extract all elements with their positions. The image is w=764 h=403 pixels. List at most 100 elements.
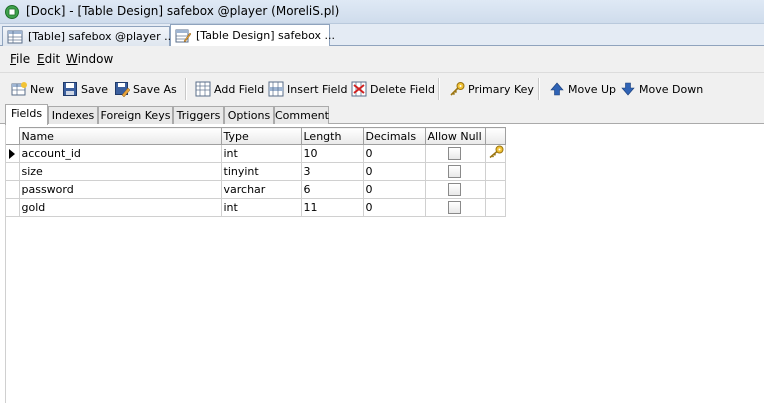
grid-header-row: Name Type Length Decimals Allow Null — [6, 127, 506, 145]
insert-field-button[interactable]: Insert Field — [268, 79, 347, 99]
field-type-cell[interactable]: varchar — [220, 180, 302, 199]
toolbar-separator — [438, 78, 440, 100]
allow-null-checkbox[interactable] — [447, 165, 461, 179]
menu-window-label: indow — [77, 52, 114, 66]
row-pointer-icon — [9, 148, 15, 159]
move-down-button-label: Move Down — [639, 82, 704, 96]
tab-comment[interactable]: Comment — [274, 106, 329, 124]
row-indicator — [6, 180, 20, 199]
menu-edit-label: dit — [44, 52, 61, 66]
table-row[interactable]: account_id int 10 0 — [6, 144, 506, 163]
arrow-up-icon — [550, 82, 564, 96]
insert-field-button-label: Insert Field — [287, 82, 348, 96]
add-field-button[interactable]: Add Field — [195, 79, 264, 99]
toolbar-separator — [185, 78, 187, 100]
save-button-label: Save — [81, 82, 109, 96]
field-type-cell[interactable]: int — [220, 144, 302, 163]
toolbar-separator — [538, 78, 540, 100]
field-decimals-cell[interactable]: 0 — [362, 144, 426, 163]
move-down-button[interactable]: Move Down — [620, 79, 703, 99]
allow-null-checkbox[interactable] — [447, 147, 461, 161]
allow-null-cell — [424, 198, 486, 217]
new-button[interactable]: New — [11, 79, 54, 99]
field-type-cell[interactable]: tinyint — [220, 162, 302, 181]
save-as-button-label: Save As — [133, 82, 177, 96]
field-decimals-cell[interactable]: 0 — [362, 162, 426, 181]
table-design-icon — [175, 29, 191, 42]
document-tab-bar: [Table] safebox @player ... [Table Desig… — [0, 24, 764, 46]
table-row[interactable]: gold int 11 0 — [6, 198, 506, 217]
menu-window[interactable]: Window — [66, 52, 113, 66]
doc-tab-label: [Table] safebox @player ... — [28, 30, 175, 43]
key-icon — [450, 82, 465, 96]
column-header-allow-null[interactable]: Allow Null — [424, 127, 486, 145]
primary-key-cell[interactable] — [484, 144, 506, 163]
field-decimals-cell[interactable]: 0 — [362, 180, 426, 199]
menu-edit-accelerator: E — [37, 52, 45, 66]
field-length-cell[interactable]: 11 — [300, 198, 364, 217]
tab-fields[interactable]: Fields — [5, 104, 48, 125]
row-indicator — [6, 198, 20, 217]
current-row-indicator — [6, 144, 20, 163]
toolbar: New Save Save As Add Field Insert Field … — [0, 72, 764, 104]
field-name-cell[interactable]: password — [18, 180, 222, 199]
tab-options[interactable]: Options — [224, 106, 274, 124]
save-button[interactable]: Save — [62, 79, 108, 99]
row-indicator — [6, 162, 20, 181]
doc-tab-table-design[interactable]: [Table Design] safebox ... — [170, 24, 335, 46]
tab-triggers[interactable]: Triggers — [173, 106, 224, 124]
field-length-cell[interactable]: 3 — [300, 162, 364, 181]
menu-window-accelerator: W — [66, 52, 78, 66]
tab-indexes[interactable]: Indexes — [48, 106, 98, 124]
save-as-button[interactable]: Save As — [114, 79, 177, 99]
save-as-icon — [115, 82, 130, 97]
insert-field-icon — [268, 81, 284, 97]
field-name-cell[interactable]: account_id — [18, 144, 222, 163]
primary-key-cell[interactable] — [484, 180, 506, 199]
menu-file-label: ile — [16, 52, 31, 66]
field-name-cell[interactable]: size — [18, 162, 222, 181]
field-type-cell[interactable]: int — [220, 198, 302, 217]
allow-null-checkbox[interactable] — [447, 201, 461, 215]
table-row[interactable]: password varchar 6 0 — [6, 180, 506, 199]
row-indicator-header — [6, 127, 20, 145]
column-header-key — [484, 127, 506, 145]
allow-null-cell — [424, 144, 486, 163]
table-row[interactable]: size tinyint 3 0 — [6, 162, 506, 181]
allow-null-cell — [424, 162, 486, 181]
window-title: [Dock] - [Table Design] safebox @player … — [26, 4, 340, 18]
fields-grid: Name Type Length Decimals Allow Null acc… — [6, 127, 506, 217]
fields-grid-area: Name Type Length Decimals Allow Null acc… — [5, 125, 764, 403]
move-up-button-label: Move Up — [568, 82, 617, 96]
add-field-icon — [195, 81, 211, 97]
doc-tab-table[interactable]: [Table] safebox @player ... — [2, 26, 175, 46]
primary-key-button[interactable]: Primary Key — [449, 79, 534, 99]
field-length-cell[interactable]: 10 — [300, 144, 364, 163]
allow-null-checkbox[interactable] — [447, 183, 461, 197]
title-bar: [Dock] - [Table Design] safebox @player … — [0, 0, 764, 24]
delete-field-button[interactable]: Delete Field — [351, 79, 435, 99]
field-length-cell[interactable]: 6 — [300, 180, 364, 199]
primary-key-icon — [489, 145, 503, 159]
delete-field-icon — [351, 81, 367, 97]
primary-key-cell[interactable] — [484, 198, 506, 217]
primary-key-cell[interactable] — [484, 162, 506, 181]
delete-field-button-label: Delete Field — [370, 82, 436, 96]
add-field-button-label: Add Field — [214, 82, 265, 96]
move-up-button[interactable]: Move Up — [549, 79, 616, 99]
menu-file[interactable]: File — [10, 52, 30, 66]
column-header-name[interactable]: Name — [18, 127, 222, 145]
menu-bar: File Edit Window — [0, 46, 764, 72]
tab-foreign-keys[interactable]: Foreign Keys — [98, 106, 173, 124]
menu-edit[interactable]: Edit — [37, 52, 60, 66]
column-header-type[interactable]: Type — [220, 127, 302, 145]
table-icon — [7, 30, 23, 43]
column-header-decimals[interactable]: Decimals — [362, 127, 426, 145]
allow-null-cell — [424, 180, 486, 199]
new-button-label: New — [30, 82, 54, 96]
arrow-down-icon — [621, 82, 635, 96]
column-header-length[interactable]: Length — [300, 127, 364, 145]
primary-key-button-label: Primary Key — [468, 82, 534, 96]
field-name-cell[interactable]: gold — [18, 198, 222, 217]
field-decimals-cell[interactable]: 0 — [362, 198, 426, 217]
